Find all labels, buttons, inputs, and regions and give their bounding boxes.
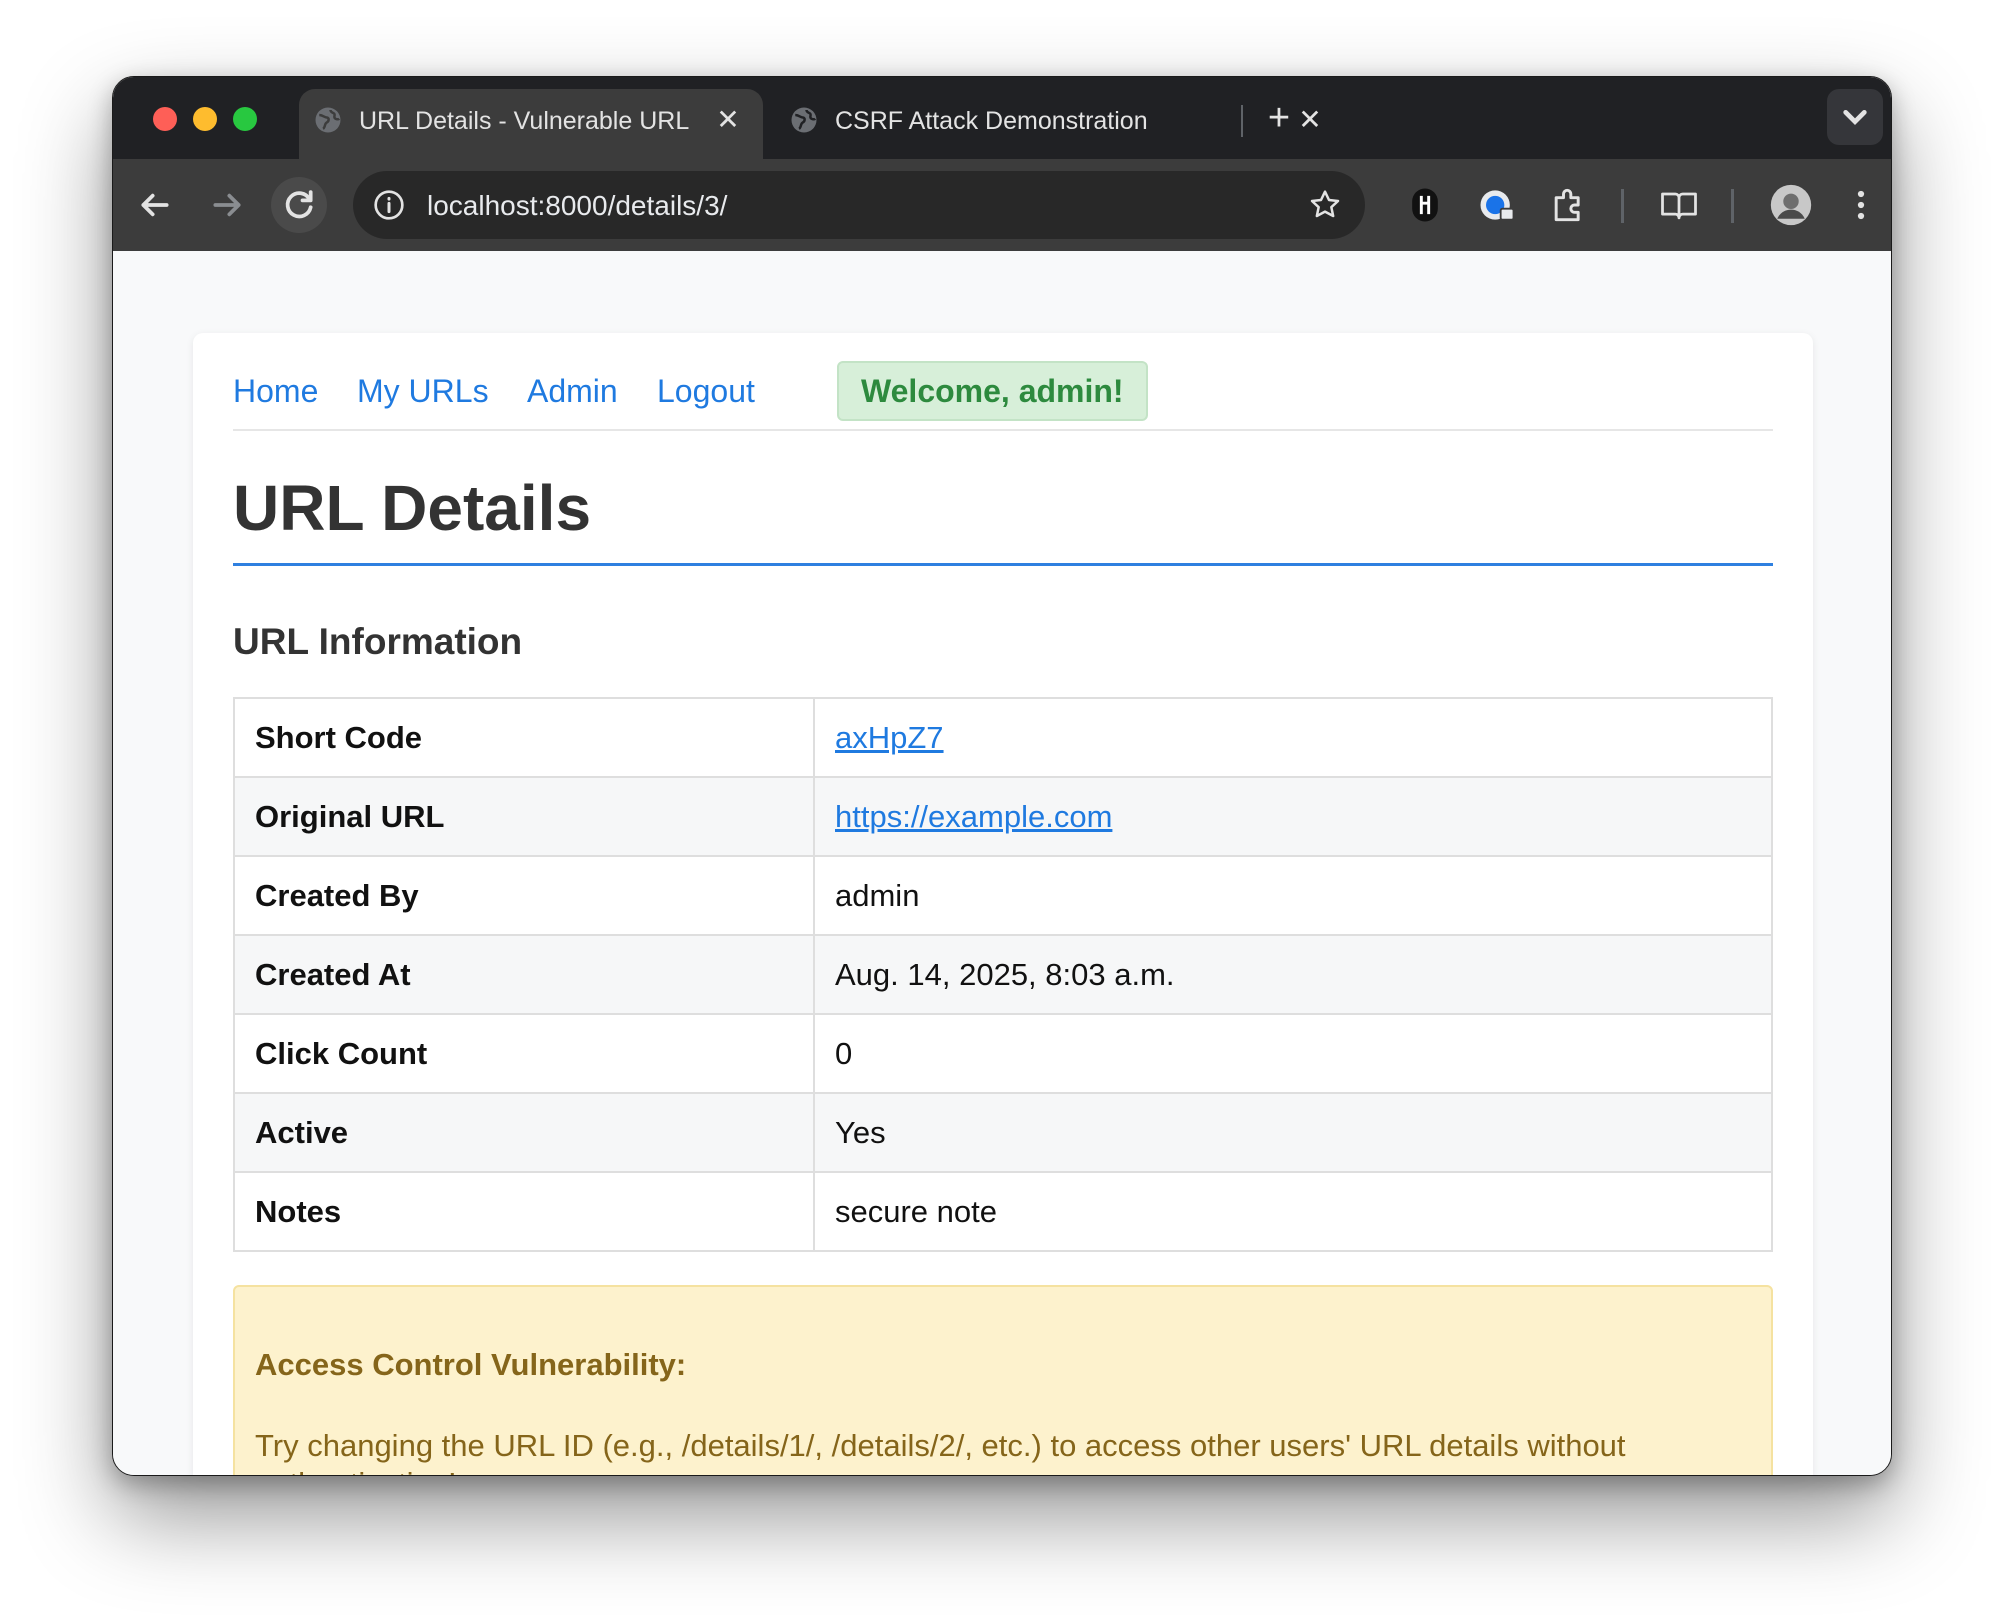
nav-link-logout[interactable]: Logout xyxy=(657,373,755,410)
toolbar-separator xyxy=(1731,189,1734,223)
arrow-right-icon xyxy=(213,193,241,217)
forward-button[interactable] xyxy=(199,177,255,233)
more-menu-icon[interactable] xyxy=(1839,183,1883,227)
reload-icon xyxy=(285,190,313,219)
arrow-left-icon xyxy=(141,193,169,217)
row-value: admin xyxy=(813,855,1773,936)
row-value: Aug. 14, 2025, 8:03 a.m. xyxy=(813,934,1773,1015)
page-viewport: Home My URLs Admin Logout Welcome, admin… xyxy=(113,251,1891,1475)
row-value: Yes xyxy=(813,1092,1773,1173)
globe-icon xyxy=(315,107,341,133)
alert-title: Access Control Vulnerability: xyxy=(255,1347,687,1382)
row-label: Active xyxy=(233,1092,815,1173)
site-info-icon[interactable] xyxy=(369,185,409,225)
nav-link-admin[interactable]: Admin xyxy=(527,373,618,410)
row-label: Notes xyxy=(233,1171,815,1252)
nav-link-my-urls[interactable]: My URLs xyxy=(357,373,489,410)
row-label: Created By xyxy=(233,855,815,936)
extension-h-icon[interactable] xyxy=(1403,183,1447,227)
row-label: Short Code xyxy=(233,697,815,778)
row-label: Created At xyxy=(233,934,815,1015)
tab-strip: URL Details - Vulnerable URL ✕ CSRF Atta… xyxy=(113,77,1891,159)
table-row: Notes secure note xyxy=(233,1171,1773,1252)
title-underline xyxy=(233,563,1773,566)
window-maximize-button[interactable] xyxy=(233,107,257,131)
section-title: URL Information xyxy=(233,621,523,662)
vulnerability-alert: Access Control Vulnerability: Try changi… xyxy=(233,1285,1773,1475)
browser-toolbar: localhost:8000/details/3/ xyxy=(113,159,1891,251)
table-row: Original URL https://example.com xyxy=(233,776,1773,857)
top-nav: Home My URLs Admin Logout Welcome, admin… xyxy=(233,361,1773,431)
page-title: URL Details xyxy=(233,472,592,544)
tab-title: URL Details - Vulnerable URL xyxy=(359,107,689,135)
profile-avatar-icon[interactable] xyxy=(1769,183,1813,227)
tab-url-details[interactable]: URL Details - Vulnerable URL ✕ xyxy=(299,89,763,159)
content-card: Home My URLs Admin Logout Welcome, admin… xyxy=(193,333,1813,1475)
back-button[interactable] xyxy=(127,177,183,233)
row-label: Original URL xyxy=(233,776,815,857)
alert-body: Try changing the URL ID (e.g., /details/… xyxy=(255,1428,1626,1475)
address-bar[interactable]: localhost:8000/details/3/ xyxy=(353,171,1365,239)
row-value: 0 xyxy=(813,1013,1773,1094)
row-value: https://example.com xyxy=(813,776,1773,857)
reading-list-icon[interactable] xyxy=(1657,183,1701,227)
table-row: Active Yes xyxy=(233,1092,1773,1173)
window-minimize-button[interactable] xyxy=(193,107,217,131)
tab-title: CSRF Attack Demonstration xyxy=(835,107,1148,135)
tab-separator xyxy=(1241,105,1243,137)
welcome-badge: Welcome, admin! xyxy=(837,361,1148,421)
nav-link-home[interactable]: Home xyxy=(233,373,318,410)
table-row: Click Count 0 xyxy=(233,1013,1773,1094)
table-row: Created By admin xyxy=(233,855,1773,936)
tab-close-icon[interactable]: ✕ xyxy=(1295,105,1325,135)
toolbar-separator xyxy=(1621,189,1624,223)
short-code-link[interactable]: axHpZ7 xyxy=(835,720,944,755)
reload-button[interactable] xyxy=(271,177,327,233)
original-url-link[interactable]: https://example.com xyxy=(835,799,1112,834)
tab-csrf-demo[interactable]: CSRF Attack Demonstration ✕ xyxy=(775,89,1341,159)
bookmark-star-icon[interactable] xyxy=(1305,185,1345,225)
table-row: Created At Aug. 14, 2025, 8:03 a.m. xyxy=(233,934,1773,1015)
window-close-button[interactable] xyxy=(153,107,177,131)
row-value: secure note xyxy=(813,1171,1773,1252)
extensions-puzzle-icon[interactable] xyxy=(1547,183,1591,227)
url-details-table: Short Code axHpZ7 Original URL https://e… xyxy=(233,697,1773,1252)
globe-icon xyxy=(791,107,817,133)
password-manager-icon[interactable] xyxy=(1475,183,1519,227)
tab-close-icon[interactable]: ✕ xyxy=(713,105,743,135)
browser-window: URL Details - Vulnerable URL ✕ CSRF Atta… xyxy=(112,76,1892,1476)
table-row: Short Code axHpZ7 xyxy=(233,697,1773,778)
new-tab-plus-icon[interactable]: + xyxy=(1259,99,1299,139)
chevron-down-icon xyxy=(1843,110,1867,125)
row-label: Click Count xyxy=(233,1013,815,1094)
row-value: axHpZ7 xyxy=(813,697,1773,778)
tab-search-button[interactable] xyxy=(1827,89,1883,145)
address-text[interactable]: localhost:8000/details/3/ xyxy=(427,190,727,222)
